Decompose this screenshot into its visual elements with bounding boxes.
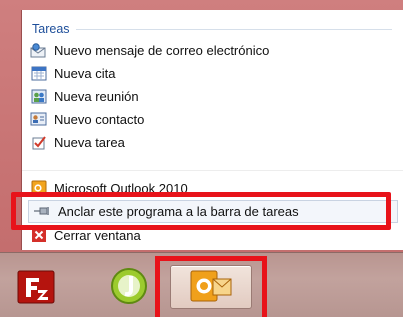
task-new-meeting[interactable]: Nueva reunión <box>30 85 390 107</box>
task-new-task[interactable]: Nueva tarea <box>30 131 390 153</box>
annotation-box-pin-item <box>11 192 391 230</box>
tasks-section-header: Tareas <box>32 21 392 37</box>
calendar-icon <box>30 65 47 82</box>
annotation-box-taskbar-outlook <box>155 256 267 317</box>
task-label: Nuevo mensaje de correo electrónico <box>54 42 270 58</box>
jdownloader-icon <box>109 266 149 309</box>
task-new-mail[interactable]: Nuevo mensaje de correo electrónico <box>30 39 390 61</box>
task-label: Nueva reunión <box>54 88 139 104</box>
task-label: Nuevo contacto <box>54 111 145 127</box>
meeting-icon <box>30 88 47 105</box>
taskbar-jdownloader-button[interactable] <box>104 265 154 309</box>
task-new-contact[interactable]: Nuevo contacto <box>30 108 390 130</box>
task-label: Nueva tarea <box>54 134 125 150</box>
task-label: Nueva cita <box>54 65 116 81</box>
taskbar-filezilla-button[interactable] <box>8 267 64 309</box>
task-new-appointment[interactable]: Nueva cita <box>30 62 390 84</box>
contact-card-icon <box>30 111 47 128</box>
filezilla-icon <box>17 270 55 307</box>
section-rule <box>75 28 392 30</box>
task-icon <box>30 134 47 151</box>
new-mail-icon <box>30 42 47 59</box>
section-title: Tareas <box>32 22 70 36</box>
divider <box>22 170 403 171</box>
